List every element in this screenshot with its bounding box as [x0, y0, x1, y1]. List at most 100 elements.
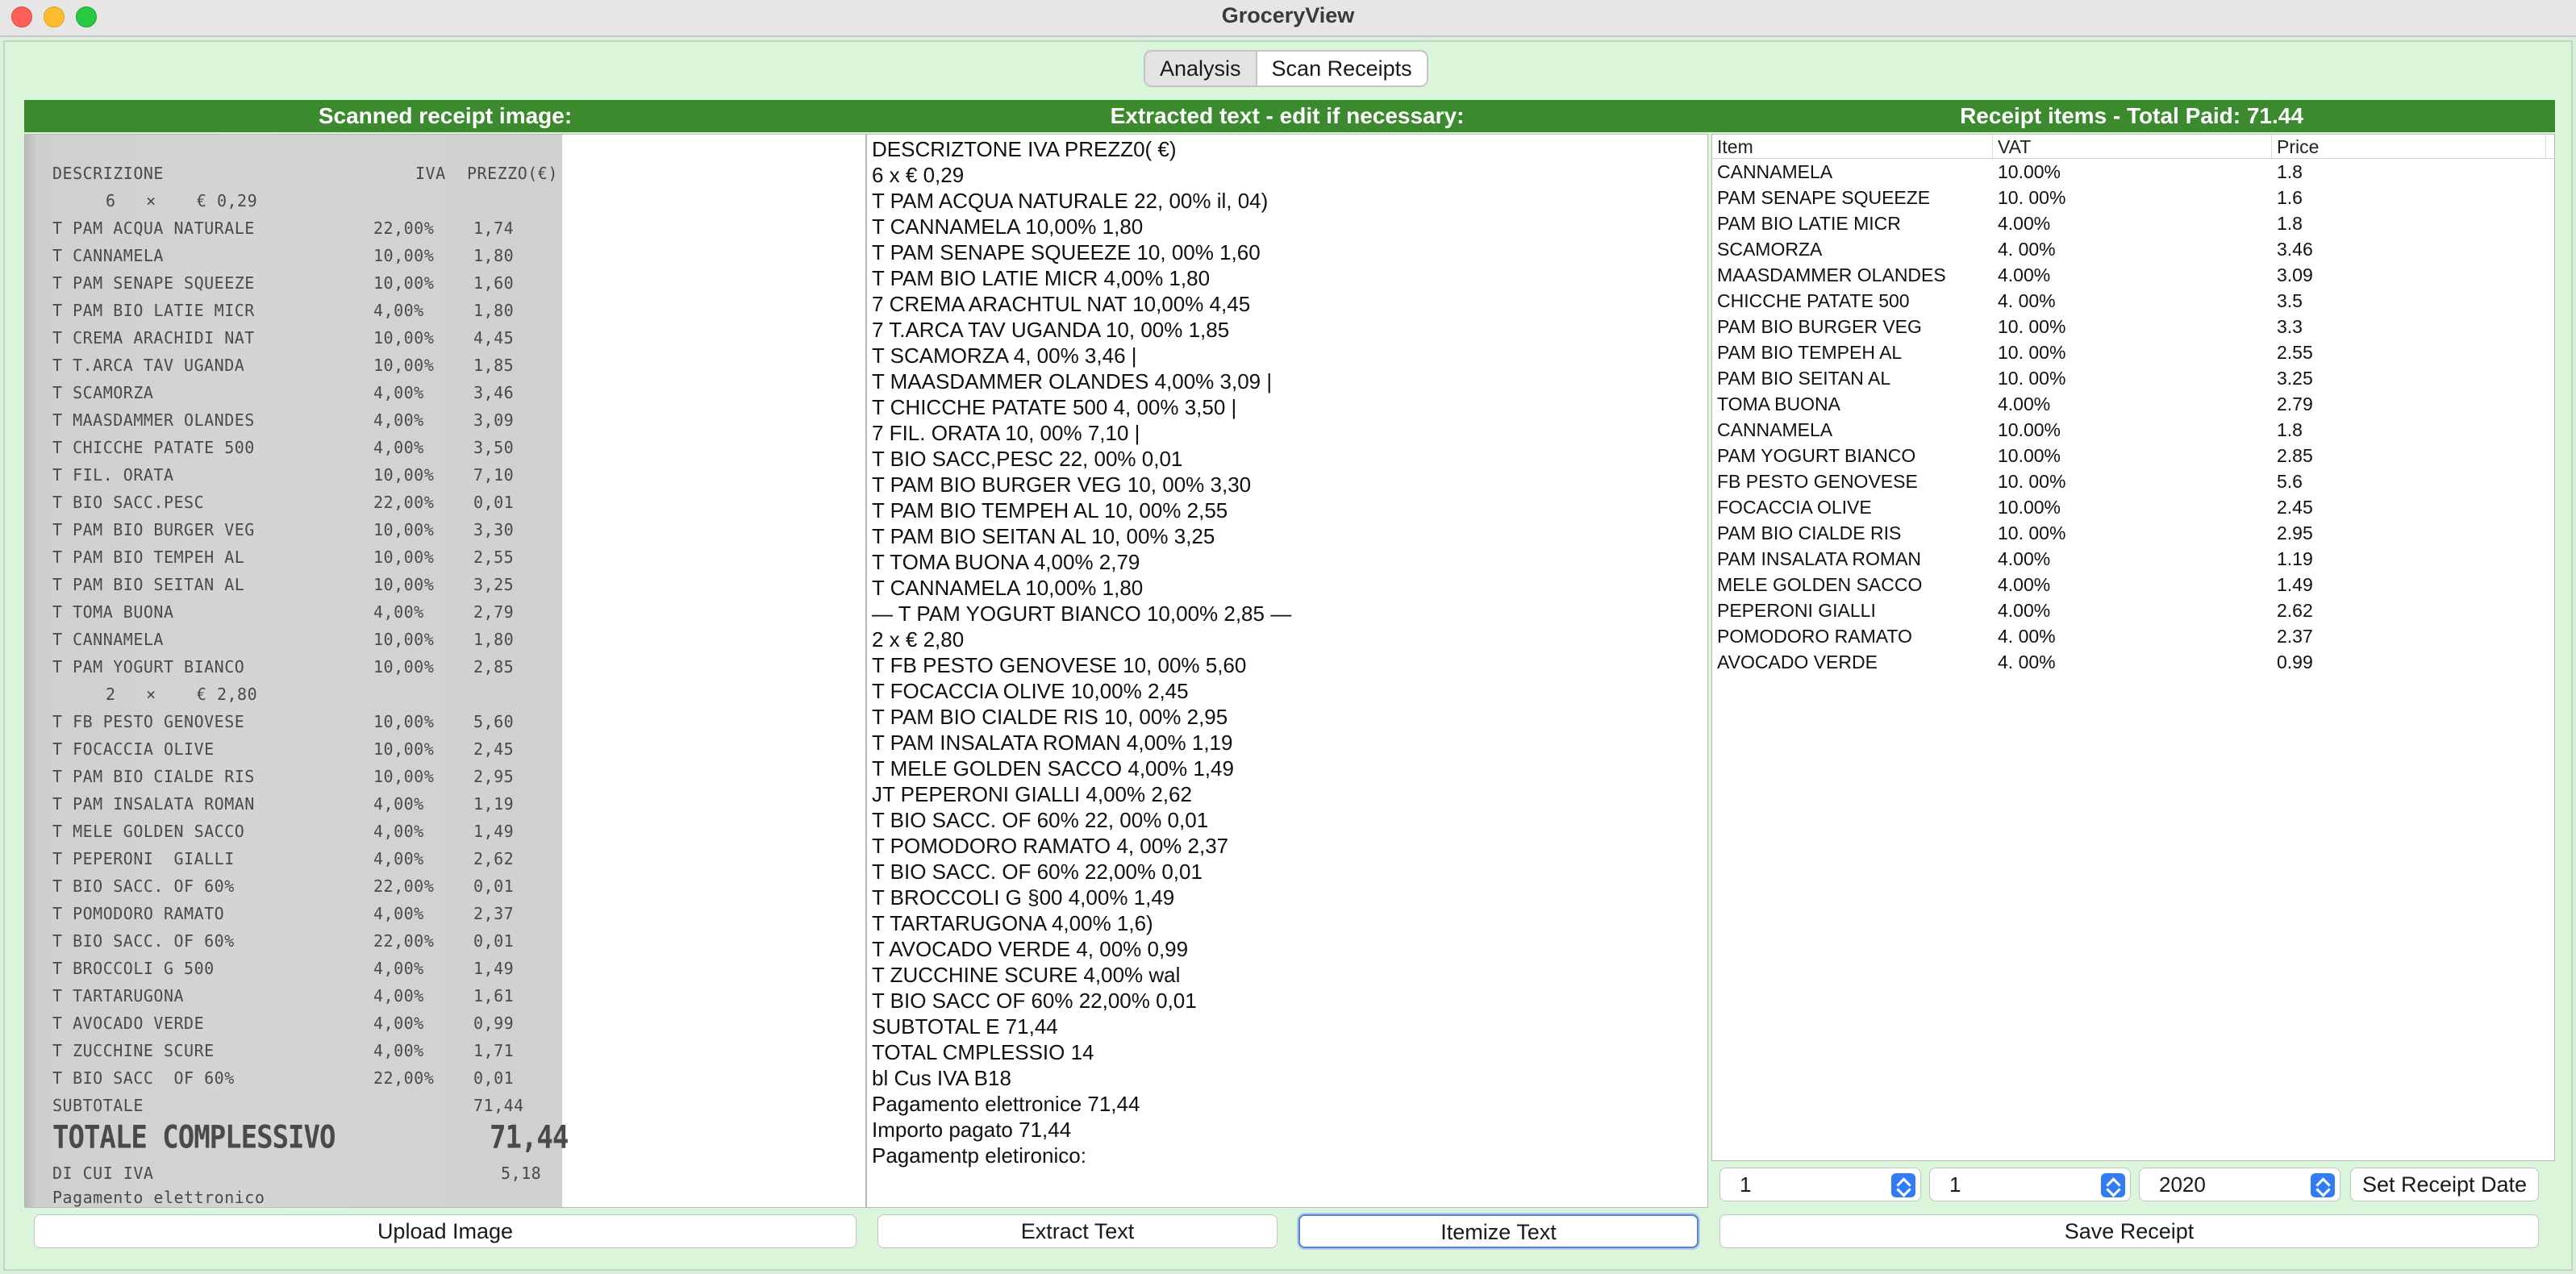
year-stepper-icon[interactable]: [2311, 1173, 2335, 1197]
cell-vat: 10.00%: [1998, 161, 2061, 182]
receipt-line-desc: T POMODORO RAMATO: [52, 904, 225, 923]
table-row[interactable]: CANNAMELA 10.00% 1.8: [1712, 159, 2554, 185]
receipt-line-iva: 22,00%: [373, 876, 435, 896]
receipt-line-price: 7,10: [473, 465, 515, 485]
cell-item: MAASDAMMER OLANDES: [1717, 264, 1946, 285]
receipt-line-price: 3,30: [473, 520, 515, 539]
table-row[interactable]: PAM INSALATA ROMAN 4.00% 1.19: [1712, 546, 2554, 572]
cell-vat: 10.00%: [1998, 419, 2061, 440]
receipt-line-price: 3,46: [473, 383, 515, 402]
table-row[interactable]: PEPERONI GIALLI 4.00% 2.62: [1712, 597, 2554, 623]
extracted-text-line: T PAM BIO LATIE MICR 4,00% 1,80: [872, 266, 1211, 290]
extracted-text-line: 2 x € 2,80: [872, 627, 965, 652]
table-row[interactable]: FOCACCIA OLIVE 10.00% 2.45: [1712, 494, 2554, 520]
receipt-line-desc: T AVOCADO VERDE: [52, 1014, 205, 1033]
cell-price: 2.62: [2277, 600, 2313, 621]
cell-vat: 10. 00%: [1998, 316, 2066, 337]
table-row[interactable]: SCAMORZA 4. 00% 3.46: [1712, 236, 2554, 262]
month-select-value: 1: [1949, 1172, 1961, 1197]
receipt-total-value: 71,44: [490, 1119, 569, 1156]
tab-scan-receipts[interactable]: Scan Receipts: [1255, 52, 1427, 85]
month-select[interactable]: 1: [1929, 1168, 2131, 1201]
column-header-vat[interactable]: VAT: [1993, 135, 2272, 158]
table-row[interactable]: PAM BIO SEITAN AL 10. 00% 3.25: [1712, 365, 2554, 391]
cell-price: 3.25: [2277, 368, 2313, 389]
table-row[interactable]: PAM BIO TEMPEH AL 10. 00% 2.55: [1712, 339, 2554, 365]
receipt-line-iva: 10,00%: [373, 520, 435, 539]
table-row[interactable]: PAM SENAPE SQUEEZE 10. 00% 1.6: [1712, 185, 2554, 210]
cell-vat: 10. 00%: [1998, 187, 2066, 208]
receipt-line-iva: 22,00%: [373, 931, 435, 951]
column-header-item[interactable]: Item: [1712, 135, 1993, 158]
table-row[interactable]: POMODORO RAMATO 4. 00% 2.37: [1712, 623, 2554, 649]
cell-price: 3.09: [2277, 264, 2313, 285]
save-receipt-button[interactable]: Save Receipt: [1719, 1214, 2539, 1248]
extracted-text-header: Extracted text - edit if necessary:: [866, 100, 1708, 132]
extracted-text-line: Pagamento elettronice 71,44: [872, 1092, 1140, 1116]
month-stepper-icon[interactable]: [2101, 1173, 2125, 1197]
receipt-line-iva: 10,00%: [373, 328, 435, 348]
receipt-line-price: 1,74: [473, 219, 515, 238]
receipt-line-desc: SUBTOTALE: [52, 1096, 144, 1115]
table-row[interactable]: MELE GOLDEN SACCO 4.00% 1.49: [1712, 572, 2554, 597]
receipt-line-desc: T BIO SACC OF 60%: [52, 1068, 235, 1088]
table-row[interactable]: PAM BIO CIALDE RIS 10. 00% 2.95: [1712, 520, 2554, 546]
receipt-line-iva: 4,00%: [373, 849, 424, 868]
receipt-line-price: 3,25: [473, 575, 515, 594]
receipt-line-desc: T TARTARUGONA: [52, 986, 185, 1005]
cell-item: FOCACCIA OLIVE: [1717, 497, 1872, 518]
cell-item: POMODORO RAMATO: [1717, 626, 1912, 647]
table-row[interactable]: PAM YOGURT BIANCO 10.00% 2.85: [1712, 443, 2554, 468]
set-receipt-date-button[interactable]: Set Receipt Date: [2350, 1168, 2539, 1201]
day-select[interactable]: 1: [1719, 1168, 1921, 1201]
receipt-line-desc: T PAM BIO TEMPEH AL: [52, 547, 245, 567]
cell-item: PAM BIO SEITAN AL: [1717, 368, 1891, 389]
extracted-text-line: T TOMA BUONA 4,00% 2,79: [872, 550, 1140, 574]
column-header-price[interactable]: Price: [2272, 135, 2546, 158]
table-row[interactable]: MAASDAMMER OLANDES 4.00% 3.09: [1712, 262, 2554, 288]
extract-text-button[interactable]: Extract Text: [877, 1214, 1278, 1248]
extracted-text-line: Pagamentp eletironico:: [872, 1143, 1086, 1168]
cell-item: PAM YOGURT BIANCO: [1717, 445, 1916, 466]
day-stepper-icon[interactable]: [1891, 1173, 1915, 1197]
table-row[interactable]: CANNAMELA 10.00% 1.8: [1712, 417, 2554, 443]
cell-vat: 10. 00%: [1998, 342, 2066, 363]
receipt-line-desc: T PAM BIO SEITAN AL: [52, 575, 245, 594]
extracted-text-line: SUBTOTAL E 71,44: [872, 1014, 1058, 1039]
cell-item: PEPERONI GIALLI: [1717, 600, 1876, 621]
extracted-text-line: T FOCACCIA OLIVE 10,00% 2,45: [872, 679, 1189, 703]
table-row[interactable]: FB PESTO GENOVESE 10. 00% 5.6: [1712, 468, 2554, 494]
receipt-items-table[interactable]: Item VAT Price CANNAMELA 10.00% 1.8 PAM SEN…: [1711, 134, 2555, 1161]
receipt-line-iva: 10,00%: [373, 273, 435, 293]
receipt-line-iva: 10,00%: [373, 246, 435, 265]
cell-vat: 4.00%: [1998, 548, 2051, 569]
cell-item: PAM BIO BURGER VEG: [1717, 316, 1922, 337]
extracted-text-line: T MAASDAMMER OLANDES 4,00% 3,09 |: [872, 369, 1273, 393]
tab-analysis[interactable]: Analysis: [1145, 52, 1256, 85]
cell-item: CANNAMELA: [1717, 161, 1833, 182]
extracted-text-line: T BIO SACC. OF 60% 22, 00% 0,01: [872, 808, 1209, 832]
table-row[interactable]: TOMA BUONA 4.00% 2.79: [1712, 391, 2554, 417]
receipt-line-price: 1,85: [473, 356, 515, 375]
upload-image-button[interactable]: Upload Image: [34, 1214, 857, 1248]
cell-price: 1.8: [2277, 419, 2303, 440]
receipt-line-desc: T PAM YOGURT BIANCO: [52, 657, 245, 677]
cell-price: 1.49: [2277, 574, 2313, 595]
cell-vat: 4. 00%: [1998, 652, 2056, 672]
table-row[interactable]: PAM BIO BURGER VEG 10. 00% 3.3: [1712, 314, 2554, 339]
extracted-text-area[interactable]: DESCRIZTONE IVA PREZZ0( €) 6 x € 0,29 T PA…: [866, 134, 1708, 1208]
cell-item: SCAMORZA: [1717, 239, 1823, 260]
receipt-line-desc: T MAASDAMMER OLANDES: [52, 410, 255, 430]
itemize-text-button[interactable]: Itemize Text: [1298, 1214, 1699, 1248]
table-row[interactable]: CHICCHE PATATE 500 4. 00% 3.5: [1712, 288, 2554, 314]
cell-item: CANNAMELA: [1717, 419, 1833, 440]
receipt-line-iva: 10,00%: [373, 739, 435, 759]
table-row[interactable]: AVOCADO VERDE 4. 00% 0.99: [1712, 649, 2554, 675]
cell-item: PAM BIO TEMPEH AL: [1717, 342, 1903, 363]
receipt-line-price: 0,01: [473, 931, 515, 951]
table-row[interactable]: PAM BIO LATIE MICR 4.00% 1.8: [1712, 210, 2554, 236]
cell-price: 2.95: [2277, 523, 2313, 543]
year-select[interactable]: 2020: [2139, 1168, 2340, 1201]
receipt-line-iva: 10,00%: [373, 575, 435, 594]
cell-item: FB PESTO GENOVESE: [1717, 471, 1918, 492]
